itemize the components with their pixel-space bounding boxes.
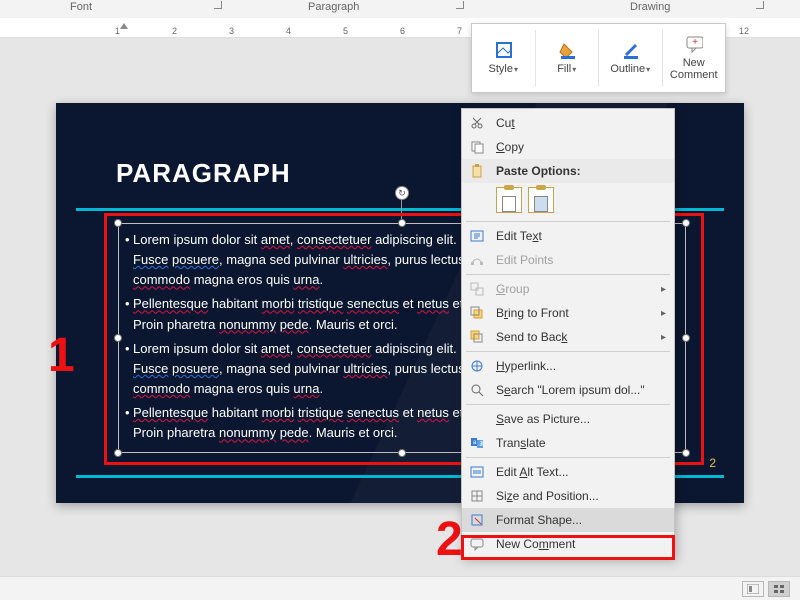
send-back-icon	[468, 328, 486, 346]
ruler-number: 3	[229, 26, 234, 36]
ctx-paste-options	[462, 183, 674, 219]
document-canvas[interactable]: PARAGRAPH 2 ↻ Lorem ipsum dolor sit amet…	[0, 38, 800, 576]
copy-icon	[468, 138, 486, 156]
ribbon-group-font-launcher[interactable]	[214, 1, 222, 9]
annotation-number-1: 1	[48, 328, 75, 383]
ctx-bring-to-front[interactable]: Bring to Front▸	[462, 301, 674, 325]
mini-toolbar: Style▾ Fill▾ Outline▾ + New Comment	[471, 23, 726, 93]
mini-style-button[interactable]: Style▾	[472, 24, 535, 92]
ctx-save-as-picture[interactable]: Save as Picture...	[462, 407, 674, 431]
view-sorter-button[interactable]	[768, 581, 790, 597]
ruler-number: 4	[286, 26, 291, 36]
ctx-size-and-position[interactable]: Size and Position...	[462, 484, 674, 508]
ctx-format-shape[interactable]: Format Shape...	[462, 508, 674, 532]
ruler-number: 12	[739, 26, 749, 36]
hyperlink-icon	[468, 357, 486, 375]
bring-front-icon	[468, 304, 486, 322]
mini-outline-button[interactable]: Outline▾	[599, 24, 662, 92]
svg-text:あ: あ	[479, 441, 484, 448]
format-shape-icon	[468, 511, 486, 529]
ruler-number: 5	[343, 26, 348, 36]
translate-icon: aあ	[468, 434, 486, 452]
ribbon-group-paragraph-launcher[interactable]	[456, 1, 464, 9]
alt-text-icon	[468, 463, 486, 481]
ctx-send-to-back[interactable]: Send to Back▸	[462, 325, 674, 349]
clipboard-icon	[468, 162, 486, 180]
style-icon	[494, 41, 512, 59]
svg-text:+: +	[692, 37, 698, 48]
ruler-number: 7	[457, 26, 462, 36]
ctx-search[interactable]: Search "Lorem ipsum dol..."	[462, 378, 674, 402]
edit-points-icon	[468, 251, 486, 269]
rotation-handle[interactable]: ↻	[395, 186, 409, 200]
ribbon-group-drawing: Drawing	[630, 1, 670, 13]
mini-new-comment-button[interactable]: + New Comment	[663, 24, 726, 92]
mini-fill-button[interactable]: Fill▾	[536, 24, 599, 92]
indent-marker[interactable]	[120, 23, 128, 29]
blank-icon	[468, 410, 486, 428]
annotation-box-2	[461, 535, 675, 560]
comment-icon: +	[685, 35, 703, 53]
ribbon-group-labels: Font Paragraph Drawing	[0, 0, 800, 18]
size-position-icon	[468, 487, 486, 505]
outline-pen-icon	[621, 41, 639, 59]
search-icon	[468, 381, 486, 399]
ribbon-group-drawing-launcher[interactable]	[756, 1, 764, 9]
paste-option-picture[interactable]	[528, 187, 554, 213]
ctx-translate[interactable]: aあ Translate	[462, 431, 674, 455]
ctx-edit-text[interactable]: Edit Text	[462, 224, 674, 248]
edit-text-icon	[468, 227, 486, 245]
slide-title: PARAGRAPH	[116, 158, 291, 189]
ctx-cut[interactable]: Cut	[462, 111, 674, 135]
annotation-number-2: 2	[436, 512, 463, 567]
ruler-number: 1	[115, 26, 120, 36]
ribbon-group-paragraph: Paragraph	[308, 1, 359, 13]
ruler-number: 2	[172, 26, 177, 36]
slide-page-number: 2	[709, 456, 716, 470]
ctx-hyperlink[interactable]: Hyperlink...	[462, 354, 674, 378]
ruler-number: 6	[400, 26, 405, 36]
scissors-icon	[468, 114, 486, 132]
ctx-paste-options-header: Paste Options:	[462, 159, 674, 183]
ctx-edit-points: Edit Points	[462, 248, 674, 272]
paste-option-keep-source[interactable]	[496, 187, 522, 213]
ctx-group: Group▸	[462, 277, 674, 301]
ctx-edit-alt-text[interactable]: Edit Alt Text...	[462, 460, 674, 484]
ctx-copy[interactable]: Copy	[462, 135, 674, 159]
context-menu: Cut Copy Paste Options: Edit Text Edit P…	[461, 108, 675, 559]
fill-bucket-icon	[558, 41, 576, 59]
ribbon-group-font: Font	[70, 1, 92, 13]
view-normal-button[interactable]	[742, 581, 764, 597]
status-bar	[0, 576, 800, 600]
group-icon	[468, 280, 486, 298]
